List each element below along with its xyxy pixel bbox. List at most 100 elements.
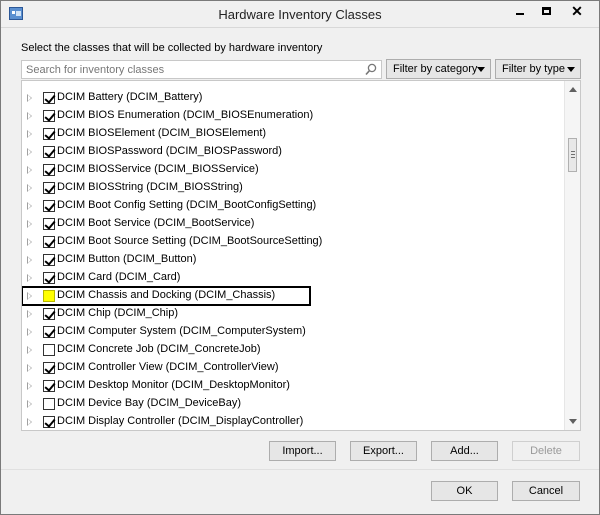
expand-arrow-icon[interactable] bbox=[27, 112, 32, 120]
expand-arrow-icon[interactable] bbox=[27, 382, 32, 390]
list-item[interactable]: DCIM Chassis and Docking (DCIM_Chassis) bbox=[22, 286, 311, 306]
class-label: DCIM Computer System (DCIM_ComputerSyste… bbox=[57, 325, 306, 337]
class-label: DCIM Boot Service (DCIM_BootService) bbox=[57, 217, 255, 229]
class-checkbox[interactable] bbox=[43, 218, 55, 230]
footer-divider bbox=[1, 469, 599, 470]
list-item[interactable]: DCIM BIOS Enumeration (DCIM_BIOSEnumerat… bbox=[22, 107, 565, 125]
expand-arrow-icon[interactable] bbox=[27, 256, 32, 264]
expand-arrow-icon[interactable] bbox=[27, 274, 32, 282]
inventory-class-list[interactable]: DCIM Display Controller (DCIM_DisplayCon… bbox=[21, 80, 581, 431]
list-item[interactable]: DCIM Device Bay (DCIM_DeviceBay) bbox=[22, 395, 565, 413]
class-label: DCIM Boot Source Setting (DCIM_BootSourc… bbox=[57, 235, 323, 247]
list-item[interactable]: DCIM Card (DCIM_Card) bbox=[22, 269, 565, 287]
expand-arrow-icon[interactable] bbox=[27, 310, 32, 318]
filter-by-category-button[interactable]: Filter by category bbox=[386, 59, 491, 79]
class-checkbox[interactable] bbox=[43, 290, 55, 302]
expand-arrow-icon[interactable] bbox=[27, 418, 32, 426]
list-item[interactable]: DCIM BIOSString (DCIM_BIOSString) bbox=[22, 179, 565, 197]
class-checkbox[interactable] bbox=[43, 182, 55, 194]
list-item[interactable]: DCIM Chip (DCIM_Chip) bbox=[22, 305, 565, 323]
close-button[interactable]: ✕ bbox=[559, 1, 595, 21]
filter-by-type-label: Filter by type bbox=[502, 63, 565, 75]
list-item[interactable]: DCIM BIOSElement (DCIM_BIOSElement) bbox=[22, 125, 565, 143]
expand-arrow-icon[interactable] bbox=[27, 130, 32, 138]
class-checkbox[interactable] bbox=[43, 380, 55, 392]
class-label: DCIM BIOSService (DCIM_BIOSService) bbox=[57, 163, 259, 175]
scroll-up-arrow-icon[interactable] bbox=[569, 87, 577, 92]
list-item[interactable]: DCIM BIOSService (DCIM_BIOSService) bbox=[22, 161, 565, 179]
ok-button[interactable]: OK bbox=[431, 481, 498, 501]
expand-arrow-icon[interactable] bbox=[27, 400, 32, 408]
class-label: DCIM BIOSElement (DCIM_BIOSElement) bbox=[57, 127, 267, 139]
list-item[interactable]: DCIM Button (DCIM_Button) bbox=[22, 251, 565, 269]
class-checkbox[interactable] bbox=[43, 200, 55, 212]
search-placeholder: Search for inventory classes bbox=[26, 64, 165, 76]
expand-arrow-icon[interactable] bbox=[27, 364, 32, 372]
scroll-down-arrow-icon[interactable] bbox=[569, 419, 577, 424]
class-checkbox[interactable] bbox=[43, 416, 55, 428]
class-checkbox[interactable] bbox=[43, 92, 55, 104]
cancel-button[interactable]: Cancel bbox=[512, 481, 580, 501]
list-item[interactable]: DCIM Computer System (DCIM_ComputerSyste… bbox=[22, 323, 565, 341]
chevron-down-icon bbox=[567, 67, 575, 72]
list-item[interactable]: DCIM Display Controller (DCIM_DisplayCon… bbox=[22, 413, 565, 430]
expand-arrow-icon[interactable] bbox=[27, 148, 32, 156]
class-label: DCIM BIOSPassword (DCIM_BIOSPassword) bbox=[57, 145, 282, 157]
list-item[interactable]: DCIM Desktop Monitor (DCIM_DesktopMonito… bbox=[22, 377, 565, 395]
class-checkbox[interactable] bbox=[43, 326, 55, 338]
list-item[interactable]: DCIM BIOSPassword (DCIM_BIOSPassword) bbox=[22, 143, 565, 161]
minimize-button[interactable] bbox=[507, 1, 533, 21]
class-label: DCIM Desktop Monitor (DCIM_DesktopMonito… bbox=[57, 379, 290, 391]
expand-arrow-icon[interactable] bbox=[27, 346, 32, 354]
minimize-icon bbox=[516, 13, 524, 15]
search-input[interactable]: Search for inventory classes bbox=[21, 60, 382, 79]
filter-by-type-button[interactable]: Filter by type bbox=[495, 59, 581, 79]
list-item[interactable]: DCIM Boot Service (DCIM_BootService) bbox=[22, 215, 565, 233]
delete-button[interactable]: Delete bbox=[512, 441, 580, 461]
expand-arrow-icon[interactable] bbox=[27, 166, 32, 174]
class-checkbox[interactable] bbox=[43, 146, 55, 158]
expand-arrow-icon[interactable] bbox=[27, 202, 32, 210]
expand-arrow-icon[interactable] bbox=[27, 220, 32, 228]
filter-by-category-label: Filter by category bbox=[393, 63, 478, 75]
maximize-icon bbox=[541, 7, 551, 15]
search-icon[interactable] bbox=[365, 63, 377, 76]
expand-arrow-icon[interactable] bbox=[27, 328, 32, 336]
chevron-down-icon bbox=[477, 67, 485, 72]
class-label: DCIM Chip (DCIM_Chip) bbox=[57, 307, 179, 319]
class-checkbox[interactable] bbox=[43, 362, 55, 374]
class-checkbox[interactable] bbox=[43, 254, 55, 266]
list-item[interactable]: DCIM Boot Source Setting (DCIM_BootSourc… bbox=[22, 233, 565, 251]
expand-arrow-icon[interactable] bbox=[27, 94, 32, 102]
class-checkbox[interactable] bbox=[43, 272, 55, 284]
class-checkbox[interactable] bbox=[43, 236, 55, 248]
expand-arrow-icon[interactable] bbox=[27, 184, 32, 192]
class-label: DCIM Boot Config Setting (DCIM_BootConfi… bbox=[57, 199, 317, 211]
class-label: DCIM Button (DCIM_Button) bbox=[57, 253, 197, 265]
export-button[interactable]: Export... bbox=[350, 441, 417, 461]
class-checkbox[interactable] bbox=[43, 398, 55, 410]
close-icon: ✕ bbox=[571, 2, 583, 19]
list-item[interactable]: DCIM Controller View (DCIM_ControllerVie… bbox=[22, 359, 565, 377]
list-item[interactable]: DCIM Concrete Job (DCIM_ConcreteJob) bbox=[22, 341, 565, 359]
list-item[interactable]: DCIM Battery (DCIM_Battery) bbox=[22, 89, 565, 107]
class-checkbox[interactable] bbox=[43, 128, 55, 140]
class-label: DCIM BIOS Enumeration (DCIM_BIOSEnumerat… bbox=[57, 109, 314, 121]
class-label: DCIM Device Bay (DCIM_DeviceBay) bbox=[57, 397, 241, 409]
expand-arrow-icon[interactable] bbox=[27, 238, 32, 246]
class-checkbox[interactable] bbox=[43, 308, 55, 320]
title-bar: Hardware Inventory Classes ✕ bbox=[1, 1, 599, 28]
vertical-scrollbar[interactable] bbox=[564, 81, 580, 430]
class-label: DCIM Concrete Job (DCIM_ConcreteJob) bbox=[57, 343, 261, 355]
add-button[interactable]: Add... bbox=[431, 441, 498, 461]
import-button[interactable]: Import... bbox=[269, 441, 336, 461]
maximize-button[interactable] bbox=[533, 1, 559, 21]
scrollbar-thumb[interactable] bbox=[568, 138, 577, 172]
class-label: DCIM Battery (DCIM_Battery) bbox=[57, 91, 203, 103]
class-label: DCIM Display Controller (DCIM_DisplayCon… bbox=[57, 415, 304, 427]
class-checkbox[interactable] bbox=[43, 110, 55, 122]
class-checkbox[interactable] bbox=[43, 164, 55, 176]
expand-arrow-icon[interactable] bbox=[27, 292, 32, 300]
class-checkbox[interactable] bbox=[43, 344, 55, 356]
list-item[interactable]: DCIM Boot Config Setting (DCIM_BootConfi… bbox=[22, 197, 565, 215]
